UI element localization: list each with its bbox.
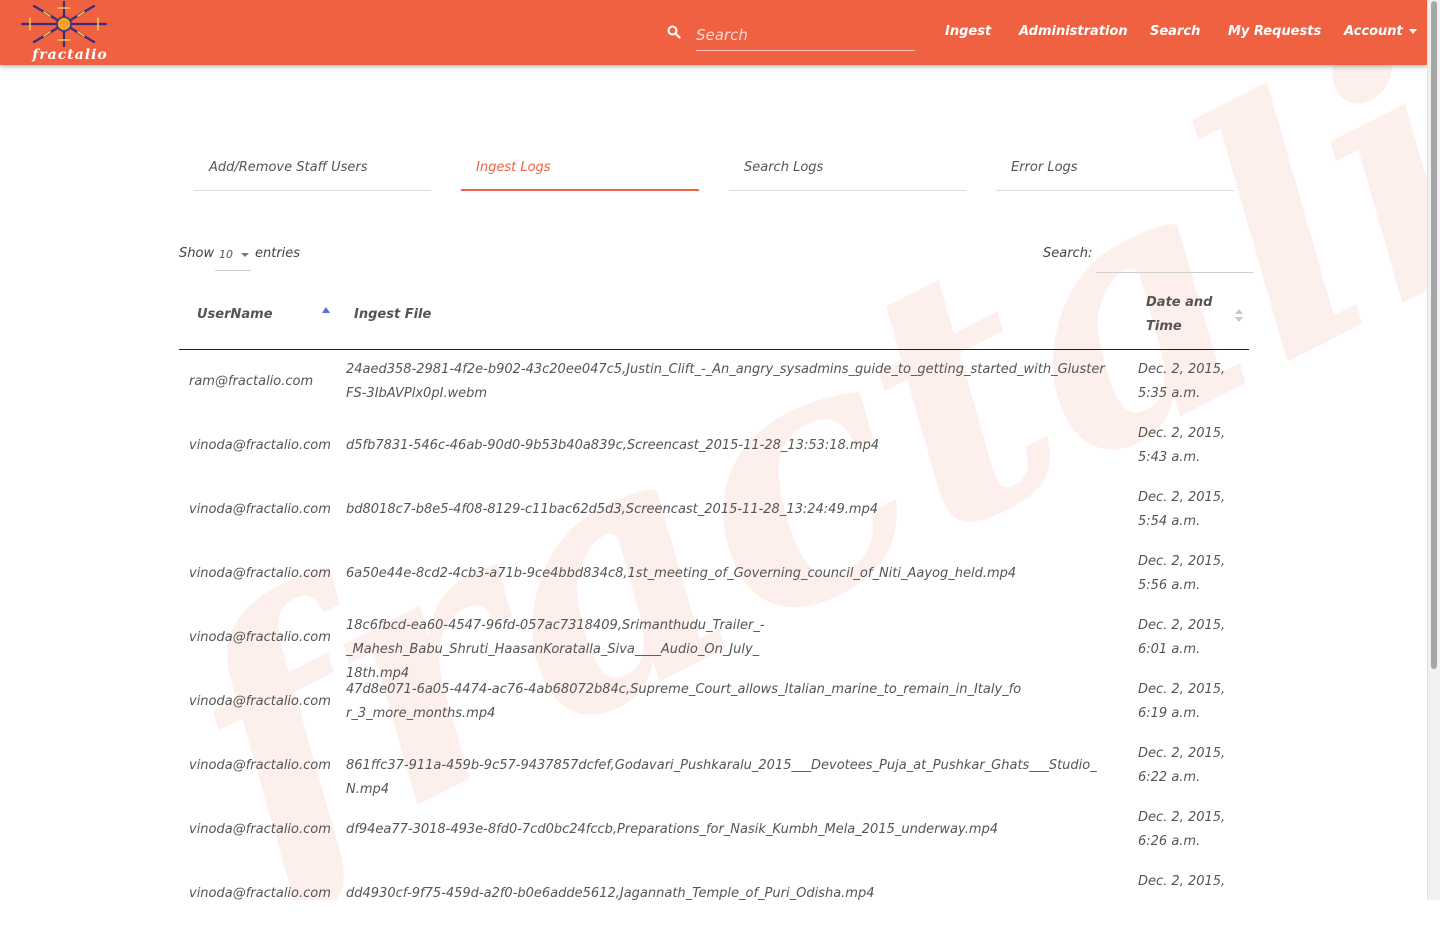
table-row: vinoda@fractalio.com df94ea77-3018-493e-… (179, 798, 1249, 862)
cell-ingest-file: 24aed358-2981-4f2e-b902-43c20ee047c5,Jus… (346, 362, 1105, 401)
cell-date-time: Dec. 2, 2015, 5:43 a.m. (1138, 426, 1226, 465)
cell-date-time: Dec. 2, 2015, 5:56 a.m. (1138, 554, 1226, 593)
sort-ascending-icon[interactable] (322, 307, 330, 313)
tab-ingest-logs[interactable]: Ingest Logs (461, 160, 699, 191)
cell-ingest-file: dd4930cf-9f75-459d-a2f0-b0e6adde5612,Jag… (346, 886, 875, 901)
tab-label: Error Logs (1011, 160, 1078, 175)
column-header-username[interactable]: UserName (197, 303, 273, 327)
table-row: vinoda@fractalio.com 6a50e44e-8cd2-4cb3-… (179, 542, 1249, 606)
page-length-select[interactable]: 10 (215, 244, 251, 271)
account-label: Account (1344, 24, 1403, 39)
tab-label: Search Logs (744, 160, 824, 175)
table-row: ram@fractalio.com 24aed358-2981-4f2e-b90… (179, 350, 1249, 414)
top-navbar: fractalio Ingest Administration Search M… (0, 0, 1427, 65)
vertical-scrollbar[interactable] (1427, 0, 1440, 900)
nav-link-ingest[interactable]: Ingest (945, 24, 991, 39)
page-length-value: 10 (219, 248, 233, 261)
cell-username: vinoda@fractalio.com (189, 438, 331, 453)
cell-username: vinoda@fractalio.com (189, 502, 331, 517)
cell-username: vinoda@fractalio.com (189, 886, 331, 901)
account-menu[interactable]: Account (1344, 24, 1417, 39)
cell-username: vinoda@fractalio.com (189, 822, 331, 837)
cell-ingest-file: df94ea77-3018-493e-8fd0-7cd0bc24fccb,Pre… (346, 822, 999, 837)
cell-date-time: Dec. 2, 2015, (1138, 874, 1226, 889)
nav-link-administration[interactable]: Administration (1019, 24, 1128, 39)
tab-error-logs[interactable]: Error Logs (996, 160, 1234, 191)
tab-search-logs[interactable]: Search Logs (729, 160, 966, 191)
cell-ingest-file: d5fb7831-546c-46ab-90d0-9b53b40a839c,Scr… (346, 438, 880, 453)
table-row: vinoda@fractalio.com dd4930cf-9f75-459d-… (179, 862, 1249, 926)
cell-date-time: Dec. 2, 2015, 6:26 a.m. (1138, 810, 1226, 849)
table-search-label: Search: (1043, 246, 1093, 261)
tab-label: Add/Remove Staff Users (209, 160, 368, 175)
nav-search-input[interactable] (696, 19, 915, 51)
brand-wordmark: fractalio (32, 47, 108, 63)
table-row: vinoda@fractalio.com d5fb7831-546c-46ab-… (179, 414, 1249, 478)
caret-down-icon (1408, 29, 1417, 34)
sort-up-icon[interactable] (1235, 309, 1243, 314)
column-header-ingest-file[interactable]: Ingest File (354, 303, 431, 327)
cell-ingest-file: bd8018c7-b8e5-4f08-8129-c11bac62d5d3,Scr… (346, 502, 879, 517)
cell-username: vinoda@fractalio.com (189, 758, 331, 773)
cell-date-time: Dec. 2, 2015, 6:19 a.m. (1138, 682, 1226, 721)
cell-username: vinoda@fractalio.com (189, 566, 331, 581)
table-row: vinoda@fractalio.com 861ffc37-911a-459b-… (179, 734, 1249, 798)
scrollbar-thumb[interactable] (1431, 1, 1437, 669)
cell-ingest-file: 861ffc37-911a-459b-9c57-9437857dcfef,God… (346, 758, 1097, 797)
cell-date-time: Dec. 2, 2015, 6:01 a.m. (1138, 618, 1226, 657)
table-row: vinoda@fractalio.com bd8018c7-b8e5-4f08-… (179, 478, 1249, 542)
cell-username: vinoda@fractalio.com (189, 694, 331, 709)
table-row: vinoda@fractalio.com 18c6fbcd-ea60-4547-… (179, 606, 1249, 681)
tab-add-remove-staff-users[interactable]: Add/Remove Staff Users (194, 160, 431, 191)
brand-logo[interactable]: fractalio (12, 0, 116, 66)
nav-link-search[interactable]: Search (1150, 24, 1200, 39)
main-content: Add/Remove Staff Users Ingest Logs Searc… (0, 0, 1427, 901)
entries-label: entries (255, 246, 301, 261)
table-search-input[interactable] (1096, 240, 1253, 273)
table-row: vinoda@fractalio.com 47d8e071-6a05-4474-… (179, 670, 1249, 734)
sort-down-icon[interactable] (1235, 317, 1243, 322)
cell-ingest-file: 6a50e44e-8cd2-4cb3-a71b-9ce4bbd834c8,1st… (346, 566, 1017, 581)
show-label: Show (179, 246, 215, 261)
cell-date-time: Dec. 2, 2015, 6:22 a.m. (1138, 746, 1226, 785)
cell-ingest-file: 47d8e071-6a05-4474-ac76-4ab68072b84c,Sup… (346, 682, 1022, 721)
cell-username: vinoda@fractalio.com (189, 630, 331, 645)
search-icon[interactable] (667, 25, 681, 39)
cell-username: ram@fractalio.com (189, 374, 314, 389)
nav-link-my-requests[interactable]: My Requests (1228, 24, 1321, 39)
cell-date-time: Dec. 2, 2015, 5:54 a.m. (1138, 490, 1226, 529)
chevron-down-icon (241, 253, 249, 257)
cell-date-time: Dec. 2, 2015, 5:35 a.m. (1138, 362, 1226, 401)
column-header-date-and-time[interactable]: Date and Time (1146, 291, 1226, 339)
tab-label: Ingest Logs (476, 160, 551, 175)
snowflake-logo-icon (20, 0, 108, 48)
